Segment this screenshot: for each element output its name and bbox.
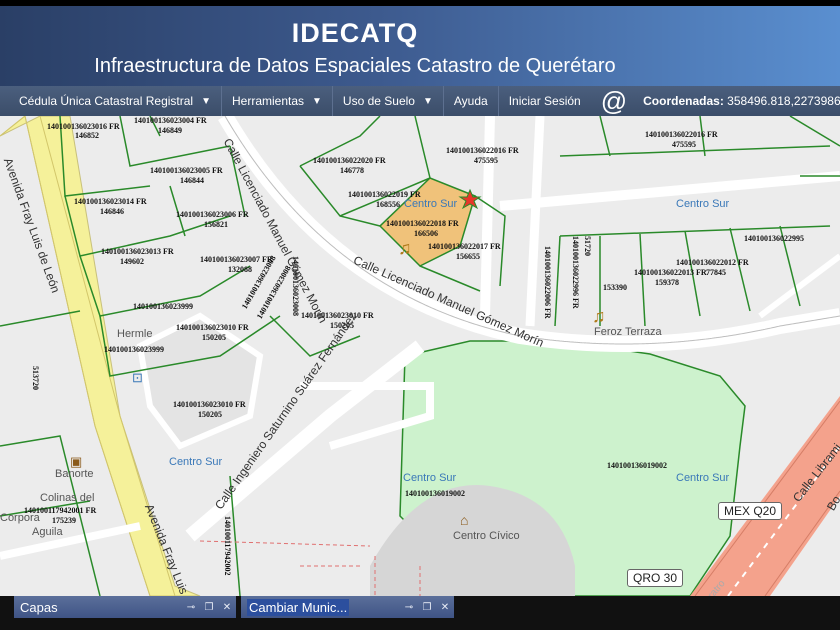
chevron-down-icon: ▼ [422,95,433,107]
parcel-label: 140100136023007 FR [200,255,273,264]
parcel-label: 168556 [376,200,400,209]
place-label: Centro Sur [676,198,730,210]
place-label: Colinas del [40,492,95,504]
chevron-down-icon: ▼ [201,95,211,107]
parcel-label: 140100136022016 FR [446,146,519,155]
parcel-label: 132088 [228,265,252,274]
at-icon[interactable]: @ [591,86,637,116]
parcel-label: 475595 [672,140,696,149]
panel-cambiar-municipio[interactable]: Cambiar Munic... ⊸ ❐ ✕ [241,596,454,618]
place-label: Corpora [0,512,40,524]
parcel-label: 140100136022012 FR [676,258,749,267]
parcel-label: 146852 [75,131,99,140]
building-icon: ⌂ [460,512,469,528]
pin-icon[interactable]: ⊸ [182,602,200,613]
parcel-label: 140100136022995 [744,234,804,243]
app-header: IDECATQ Infraestructura de Datos Espacia… [0,6,840,86]
menu-uso-suelo[interactable]: Uso de Suelo ▼ [333,86,444,116]
parcel-label: 140100136022018 FR [386,219,459,228]
close-icon[interactable]: ✕ [218,602,236,613]
parcel-label: 159378 [655,278,679,287]
parcel-label: 146778 [340,166,364,175]
parcel-label: 475595 [474,156,498,165]
app-title: IDECATQ [291,18,419,48]
parcel-label: 153390 [603,283,627,292]
chevron-down-icon: ▼ [312,95,322,107]
parcel-label: 140100136022996 FR [571,236,580,309]
parcel-label: 51720 [583,236,592,256]
maximize-icon[interactable]: ❐ [200,602,218,613]
parcel-label: 146846 [100,207,124,216]
highway-shield: MEX Q20 [718,502,783,520]
parcel-label: 140100136023004 FR [134,116,207,125]
panel-cambiar-title: Cambiar Munic... [241,598,400,616]
parcel-label: 140100136019002 [607,461,667,470]
place-label: Centro Sur [403,472,457,484]
menu-herramientas[interactable]: Herramientas ▼ [222,86,333,116]
menu-herramientas-label: Herramientas [231,94,305,108]
map-view[interactable]: 140100136023016 FR 146852 14010013602300… [0,116,840,596]
parcel-label: 146849 [158,126,182,135]
bank-icon: ▣ [70,454,83,469]
parcel-label: 166506 [414,229,438,238]
bus-icon: ⊡ [132,370,143,385]
highway-shield: QRO 30 [627,569,684,587]
parcel-label: 175239 [52,516,76,525]
parcel-label: 156655 [456,252,480,261]
panel-capas[interactable]: Capas ⊸ ❐ ✕ [14,596,236,618]
place-label: Centro Sur [404,198,458,210]
place-label: Hermle [117,328,153,340]
place-label: Centro Cívico [453,530,520,542]
pin-icon[interactable]: ⊸ [400,602,418,613]
parcel-label: 140100136023999 [133,302,193,311]
place-label: Centro Sur [169,456,223,468]
parcel-label: 513720 [31,366,40,390]
maximize-icon[interactable]: ❐ [418,602,436,613]
parcel-label: 146844 [180,176,204,185]
menu-uso-suelo-label: Uso de Suelo [342,94,415,108]
parcel-label: 140100117942002 [223,516,232,576]
parcel-label: 140100136023010 FR [176,323,249,332]
parcel-label: 140100136023013 FR [101,247,174,256]
menu-bar: Cédula Única Catastral Registral ▼ Herram… [0,86,840,116]
parcel-label: 140100136022006 FR [543,246,552,319]
parcel-label: 140100136023999 [104,345,164,354]
coordinates-value: 358496.818,2273986.3 [727,94,840,108]
parcel-label: 150205 [198,410,222,419]
parcel-label: 140100136019002 [405,489,465,498]
coordinates-readout: Coordenadas: 358496.818,2273986.3 [637,94,840,108]
coordinates-label: Coordenadas: [643,94,724,108]
menu-ayuda[interactable]: Ayuda [444,86,499,116]
menu-iniciar-sesion[interactable]: Iniciar Sesión [499,86,591,116]
panel-capas-title: Capas [20,599,58,615]
parcel-label: 140100136023014 FR [74,197,147,206]
place-label: Feroz Terraza [594,326,662,338]
music-note-icon: ♫ [592,306,606,326]
parcel-label: 149602 [120,257,144,266]
menu-cedula-label: Cédula Única Catastral Registral [19,94,194,108]
parcel-label: 150205 [202,333,226,342]
parcel-label: 156821 [204,220,228,229]
parcel-label: 140100136022013 FR [634,268,707,277]
parcel-label: 140100136022020 FR [313,156,386,165]
parcel-label: 140100136022017 FR [428,242,501,251]
parcel-label: 140100136023010 FR [173,400,246,409]
parcel-label: 140100136023006 FR [176,210,249,219]
map-canvas[interactable] [0,116,840,596]
parcel-label: 140100136023016 FR [47,122,120,131]
close-icon[interactable]: ✕ [436,602,454,613]
menu-cedula[interactable]: Cédula Única Catastral Registral ▼ [0,86,222,116]
panel-cambiar-title-text: Cambiar Munic... [247,598,350,616]
place-label: Aguila [32,526,63,538]
parcel-label: 140100136022016 FR [645,130,718,139]
parcel-label: 140100136023005 FR [150,166,223,175]
place-label: Centro Sur [676,472,730,484]
parcel-label: 77845 [706,268,726,277]
app-subtitle: Infraestructura de Datos Espaciales Cata… [94,55,616,77]
music-note-icon: ♫ [398,238,412,258]
